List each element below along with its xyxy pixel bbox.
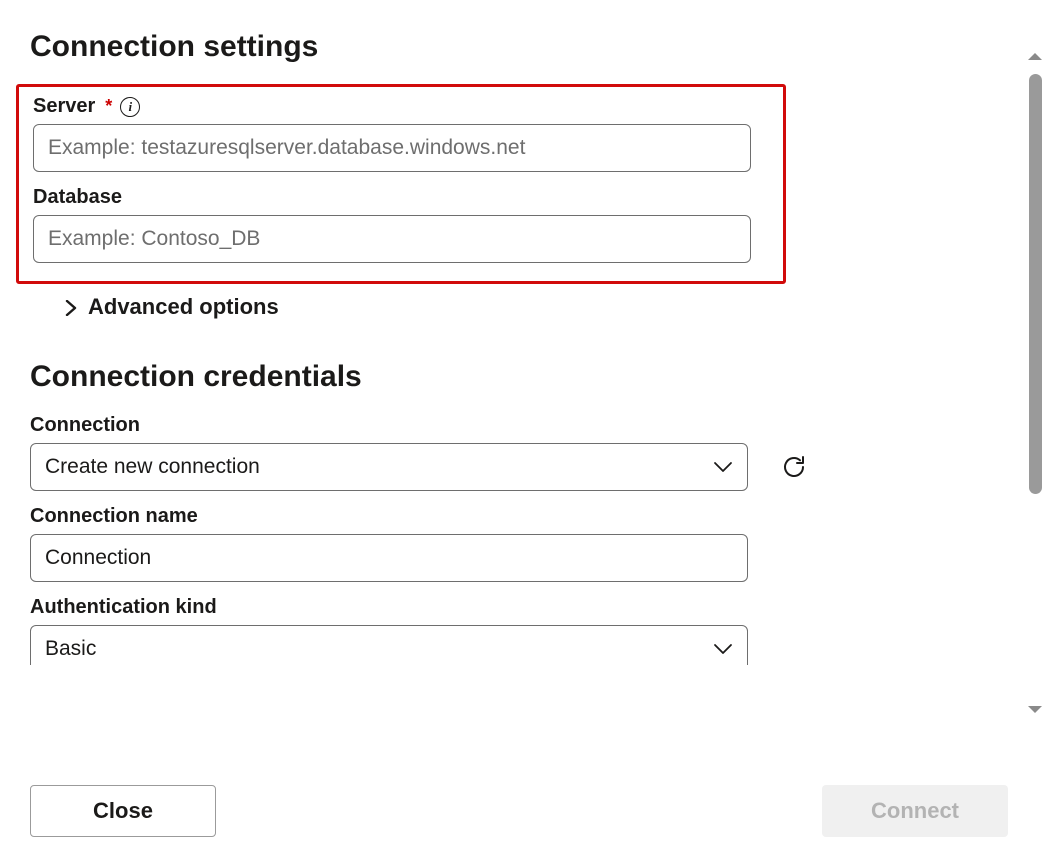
- chevron-down-icon: [713, 460, 733, 474]
- required-marker: *: [105, 96, 112, 117]
- advanced-options-label: Advanced options: [88, 294, 279, 320]
- server-input[interactable]: [33, 124, 751, 172]
- close-button[interactable]: Close: [30, 785, 216, 837]
- connect-button-label: Connect: [871, 798, 959, 824]
- chevron-right-icon: [62, 299, 80, 317]
- refresh-icon: [780, 453, 808, 481]
- connection-name-label: Connection name: [30, 505, 198, 528]
- database-input[interactable]: [33, 215, 751, 263]
- server-label: Server: [33, 95, 95, 118]
- info-icon[interactable]: i: [120, 97, 140, 117]
- auth-kind-select[interactable]: Basic: [30, 625, 748, 665]
- connection-name-input[interactable]: [30, 534, 748, 582]
- scrollbar-thumb[interactable]: [1029, 74, 1042, 494]
- database-label: Database: [33, 186, 122, 209]
- server-field: Server * i: [19, 95, 773, 172]
- highlighted-region: Server * i Database: [16, 84, 786, 284]
- database-field: Database: [19, 186, 773, 263]
- connect-button[interactable]: Connect: [822, 785, 1008, 837]
- auth-kind-value: Basic: [45, 637, 96, 661]
- connection-label: Connection: [30, 414, 140, 437]
- close-button-label: Close: [93, 798, 153, 824]
- connection-select-value: Create new connection: [45, 455, 260, 479]
- connection-settings-heading: Connection settings: [30, 30, 990, 64]
- connection-credentials-heading: Connection credentials: [30, 360, 990, 394]
- chevron-down-icon: [713, 642, 733, 656]
- advanced-options-toggle[interactable]: Advanced options: [62, 294, 279, 320]
- scroll-down-button[interactable]: [1025, 700, 1045, 720]
- connection-select[interactable]: Create new connection: [30, 443, 748, 491]
- refresh-button[interactable]: [778, 451, 810, 483]
- auth-kind-label: Authentication kind: [30, 596, 217, 619]
